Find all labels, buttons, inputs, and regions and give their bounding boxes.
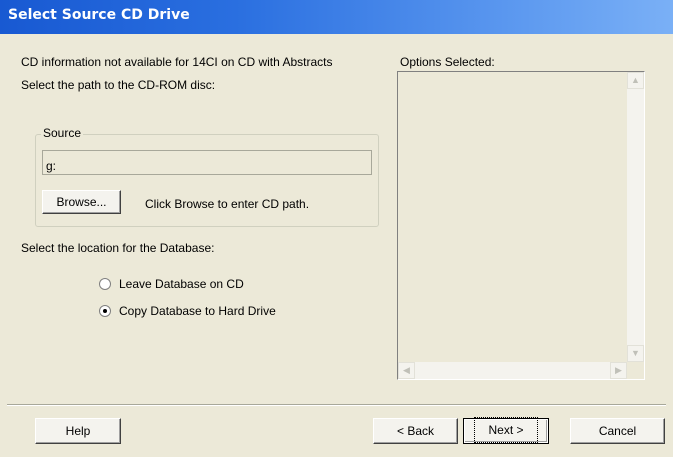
source-group-label: Source (41, 126, 84, 140)
radio-copy-to-hard-drive[interactable] (99, 305, 111, 317)
help-button-label: Help (65, 424, 91, 438)
scroll-down-arrow-icon[interactable]: ▼ (627, 345, 644, 362)
path-prompt: Select the path to the CD-ROM disc: (21, 78, 216, 92)
database-location-prompt: Select the location for the Database: (21, 241, 215, 255)
help-button[interactable]: Help (35, 418, 121, 444)
back-button[interactable]: < Back (373, 418, 458, 444)
cd-info-message: CD information not available for 14CI on… (21, 55, 333, 69)
browse-button-label: Browse... (56, 195, 107, 209)
horizontal-scrollbar[interactable]: ◀ ▶ (398, 362, 627, 379)
vertical-scrollbar[interactable]: ▲ ▼ (627, 72, 644, 362)
scroll-left-arrow-icon[interactable]: ◀ (398, 362, 415, 379)
browse-button[interactable]: Browse... (42, 190, 121, 214)
radio-copy-to-hard-drive-label[interactable]: Copy Database to Hard Drive (119, 304, 276, 318)
radio-leave-on-cd-label[interactable]: Leave Database on CD (119, 277, 244, 291)
cancel-button-label: Cancel (598, 424, 637, 438)
scroll-right-arrow-icon[interactable]: ▶ (610, 362, 627, 379)
options-selected-list[interactable]: ▲ ▼ ◀ ▶ (397, 71, 645, 380)
dialog-title: Select Source CD Drive (8, 7, 190, 23)
source-path-field[interactable] (42, 150, 372, 175)
title-bar: Select Source CD Drive (0, 0, 673, 34)
radio-leave-on-cd[interactable] (99, 278, 111, 290)
cancel-button[interactable]: Cancel (570, 418, 665, 444)
next-button[interactable]: Next > (463, 417, 549, 444)
back-button-label: < Back (396, 424, 435, 438)
browse-hint: Click Browse to enter CD path. (145, 197, 310, 211)
button-separator (7, 404, 666, 406)
options-selected-label: Options Selected: (400, 55, 495, 69)
scroll-up-arrow-icon[interactable]: ▲ (627, 72, 644, 89)
next-button-label: Next > (474, 417, 538, 443)
